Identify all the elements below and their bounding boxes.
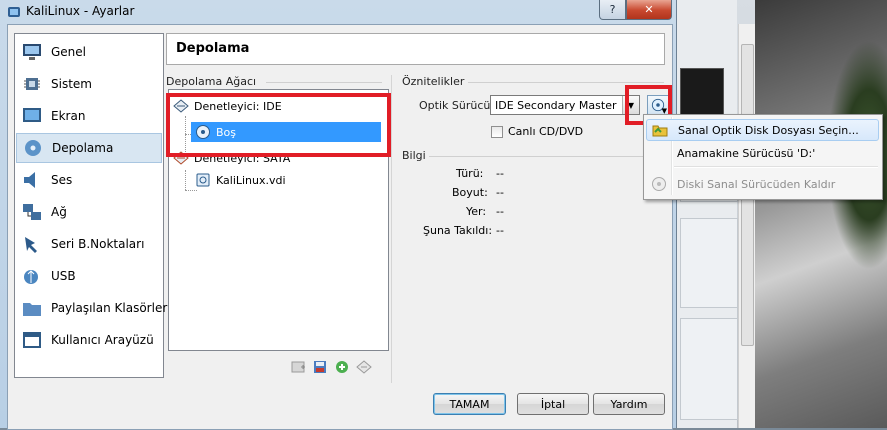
info-group-label: Bilgi [402,149,429,162]
hard-disk-icon [196,173,210,187]
menu-item-remove-disk[interactable]: Diski Sanal Sürücüden Kaldır [646,173,879,195]
background-scrollbar [738,24,755,428]
highlight-annotation-tree [166,93,391,157]
serial-port-icon [25,237,37,253]
help-title-button[interactable]: ? [599,0,626,20]
network-icon [23,204,41,220]
title-bar[interactable]: KaliLinux - Ayarlar ? ✕ [0,0,676,24]
background-card [680,218,738,308]
sidebar-item-seri[interactable]: Seri B.Noktaları [16,229,162,259]
display-icon [23,108,41,122]
sidebar-item-usb[interactable]: USB [16,261,162,291]
page-title: Depolama [176,41,250,56]
attributes-group-label: Öznitelikler [402,75,468,88]
storage-tree-label: Depolama Ağacı [166,75,260,88]
sidebar-item-label: Paylaşılan Klasörler [51,301,168,315]
info-location-label: Yer: [466,205,487,218]
live-cd-label: Canlı CD/DVD [508,125,584,138]
optical-drive-value: IDE Secondary Master [495,99,617,112]
chip-icon [24,78,40,90]
sidebar-item-label: Depolama [52,141,114,155]
sidebar-item-paylasilan[interactable]: Paylaşılan Klasörler [16,293,167,323]
add-attachment-icon[interactable] [334,359,350,375]
menu-item-label: Anamakine Sürücüsü 'D:' [677,146,816,160]
tree-connector [185,190,197,191]
sidebar-item-label: Sistem [51,77,92,91]
folder-open-icon [652,125,668,137]
sidebar-item-label: Genel [51,45,87,59]
tree-item-vdi[interactable]: KaliLinux.vdi [195,170,286,190]
page-header: Depolama [166,33,665,65]
sidebar-item-ses[interactable]: Ses [16,165,162,195]
close-button[interactable]: ✕ [626,0,672,20]
info-size-value: -- [496,186,504,199]
virtualbox-icon [8,7,20,17]
sidebar-item-label: Ses [51,173,73,187]
optical-drive-select[interactable]: IDE Secondary Master ▼ [490,95,640,115]
storage-disk-icon [25,140,41,156]
optical-drive-label: Optik Sürücü: [419,99,495,112]
sidebar-item-label: Kullanıcı Arayüzü [51,333,154,347]
help-button[interactable]: Yardım [593,393,665,415]
info-attached-value: -- [496,224,504,237]
add-controller-icon[interactable] [290,359,306,375]
menu-item-host-drive[interactable]: Anamakine Sürücüsü 'D:' [646,142,879,164]
dialog-client-area: Genel Sistem Ekran Depolama Ses Ağ Seri … [7,24,673,430]
remove-disk-icon [652,177,666,191]
sidebar-item-label: USB [51,269,76,283]
sidebar-item-ag[interactable]: Ağ [16,197,162,227]
sidebar-item-label: Ağ [51,205,67,219]
ok-button[interactable]: TAMAM [433,393,506,415]
window-icon [23,332,41,348]
group-divider [428,156,664,157]
info-size-label: Boyut: [452,186,488,199]
background-preview-panel [680,68,724,120]
usb-icon [24,270,38,284]
settings-dialog: KaliLinux - Ayarlar ? ✕ Genel Sistem Ekr… [0,0,677,430]
panel-separator [391,75,392,383]
speaker-icon [24,172,35,188]
sidebar-item-ekran[interactable]: Ekran [16,101,162,131]
folder-icon [23,303,41,316]
cancel-button[interactable]: İptal [517,393,589,415]
sidebar-item-kullanici[interactable]: Kullanıcı Arayüzü [16,325,162,355]
tree-item-vdi-label: KaliLinux.vdi [216,173,286,187]
info-type-label: Türü: [456,167,484,180]
background-card [680,318,738,420]
remove-attachment-icon[interactable] [356,359,372,375]
optical-disk-menu: Sanal Optik Disk Dosyası Seçin... Anamak… [643,114,883,200]
blank-icon [651,145,667,161]
background-photo [755,0,887,428]
group-divider [468,82,664,83]
sidebar-item-label: Seri B.Noktaları [51,237,145,251]
menu-item-choose-virtual-disk[interactable]: Sanal Optik Disk Dosyası Seçin... [646,119,879,141]
info-type-value: -- [496,167,504,180]
menu-item-label: Sanal Optik Disk Dosyası Seçin... [678,123,859,137]
save-disk-icon[interactable] [312,359,328,375]
settings-sidebar: Genel Sistem Ekran Depolama Ses Ağ Seri … [14,33,167,378]
info-attached-label: Şuna Takıldı: [423,224,493,237]
sidebar-item-label: Ekran [51,109,86,123]
tree-connector [185,170,186,190]
menu-item-label: Diski Sanal Sürücüden Kaldır [677,177,836,191]
group-divider [266,82,382,83]
sidebar-item-depolama[interactable]: Depolama [16,133,162,163]
live-cd-checkbox[interactable] [491,126,503,138]
info-location-value: -- [496,205,504,218]
sidebar-item-genel[interactable]: Genel [16,37,162,67]
window-title: KaliLinux - Ayarlar [26,4,135,18]
sidebar-item-sistem[interactable]: Sistem [16,69,162,99]
menu-separator [674,166,878,168]
tree-toolbar [290,359,372,375]
monitor-icon [23,44,41,60]
